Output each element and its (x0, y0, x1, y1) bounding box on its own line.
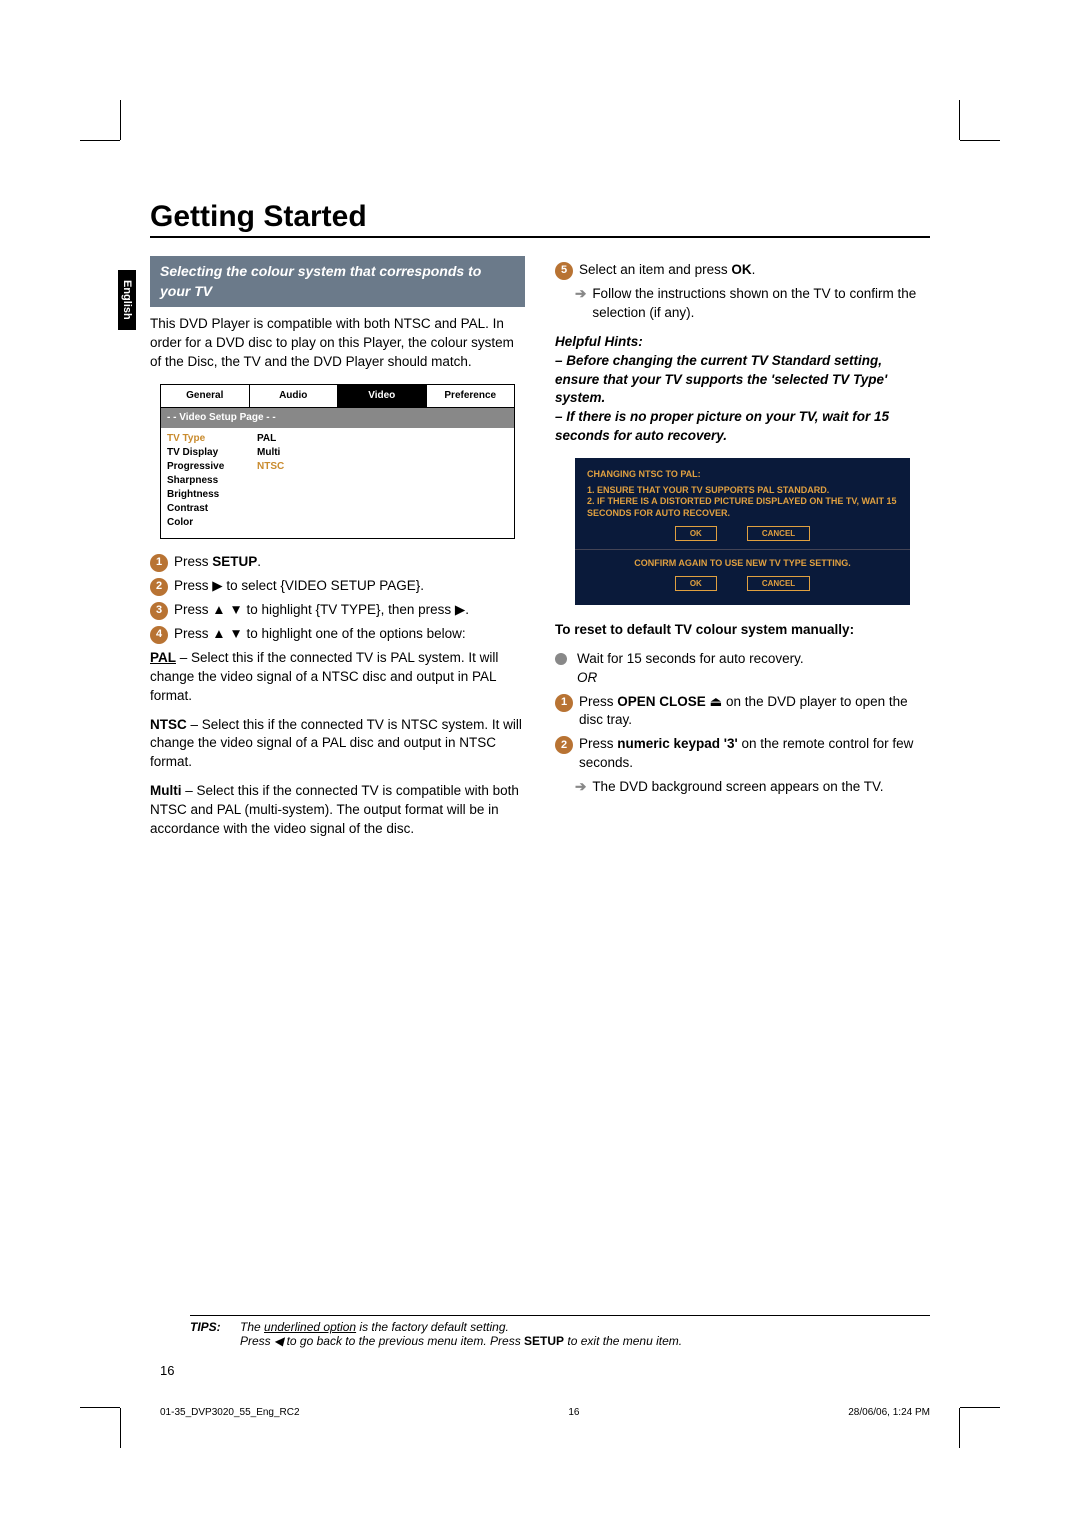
reset-step-2-sub: ➔ The DVD background screen appears on t… (555, 778, 930, 797)
bullet-icon (555, 653, 567, 665)
arrow-icon: ➔ (575, 285, 586, 323)
osd-row: Color (167, 516, 508, 530)
osd-menu: General Audio Video Preference - - Video… (160, 384, 515, 539)
left-column: Selecting the colour system that corresp… (150, 256, 525, 849)
osd-row: TV TypePAL (167, 432, 508, 446)
intro-paragraph: This DVD Player is compatible with both … (150, 315, 525, 372)
step-number: 3 (150, 602, 168, 620)
step: 4Press ▲ ▼ to highlight one of the optio… (150, 625, 525, 644)
arrow-icon: ➔ (575, 778, 586, 797)
print-footer: 01-35_DVP3020_55_Eng_RC2 16 28/06/06, 1:… (160, 1407, 930, 1418)
step-number: 4 (150, 626, 168, 644)
dialog-graphic: CHANGING NTSC TO PAL: 1. ENSURE THAT YOU… (575, 458, 910, 605)
step-number: 1 (150, 554, 168, 572)
option-pal: PAL – Select this if the connected TV is… (150, 649, 525, 706)
language-tab: English (118, 270, 136, 330)
reset-wait: Wait for 15 seconds for auto recovery. O… (555, 650, 930, 688)
title-rule (150, 236, 930, 238)
step-number: 2 (150, 578, 168, 596)
tips-footer: TIPS: The underlined option is the facto… (190, 1315, 930, 1348)
step: 1Press SETUP. (150, 553, 525, 572)
osd-row: Brightness (167, 488, 508, 502)
step-number-2b: 2 (555, 736, 573, 754)
step: 3Press ▲ ▼ to highlight {TV TYPE}, then … (150, 601, 525, 620)
dialog-cancel-1: CANCEL (747, 526, 810, 541)
page-title: Getting Started (150, 200, 930, 234)
osd-row: TV DisplayMulti (167, 446, 508, 460)
option-multi: Multi – Select this if the connected TV … (150, 782, 525, 839)
dialog-ok-2: OK (675, 576, 717, 591)
step-5: 5 Select an item and press OK. (555, 261, 930, 280)
reset-step-1: 1 Press OPEN CLOSE ⏏ on the DVD player t… (555, 693, 930, 731)
section-subheading: Selecting the colour system that corresp… (150, 256, 525, 307)
osd-tab-video: Video (337, 385, 426, 408)
option-ntsc: NTSC – Select this if the connected TV i… (150, 716, 525, 773)
reset-step-2: 2 Press numeric keypad '3' on the remote… (555, 735, 930, 773)
helpful-hints-heading: Helpful Hints: (555, 333, 930, 352)
osd-tab-preference: Preference (426, 385, 515, 408)
page-number: 16 (160, 1363, 174, 1378)
dialog-cancel-2: CANCEL (747, 576, 810, 591)
osd-tab-audio: Audio (249, 385, 338, 408)
step-number-5: 5 (555, 262, 573, 280)
step: 2Press ▶ to select {VIDEO SETUP PAGE}. (150, 577, 525, 596)
reset-heading: To reset to default TV colour system man… (555, 621, 930, 640)
osd-page-header: - - Video Setup Page - - (161, 408, 514, 428)
osd-row: Contrast (167, 502, 508, 516)
dialog-ok-1: OK (675, 526, 717, 541)
osd-row: ProgressiveNTSC (167, 460, 508, 474)
helpful-hints-body: – Before changing the current TV Standar… (555, 352, 930, 446)
step-5-sub: ➔ Follow the instructions shown on the T… (555, 285, 930, 323)
osd-tab-general: General (161, 385, 249, 408)
step-number-1b: 1 (555, 694, 573, 712)
right-column: 5 Select an item and press OK. ➔ Follow … (555, 256, 930, 849)
osd-row: Sharpness (167, 474, 508, 488)
